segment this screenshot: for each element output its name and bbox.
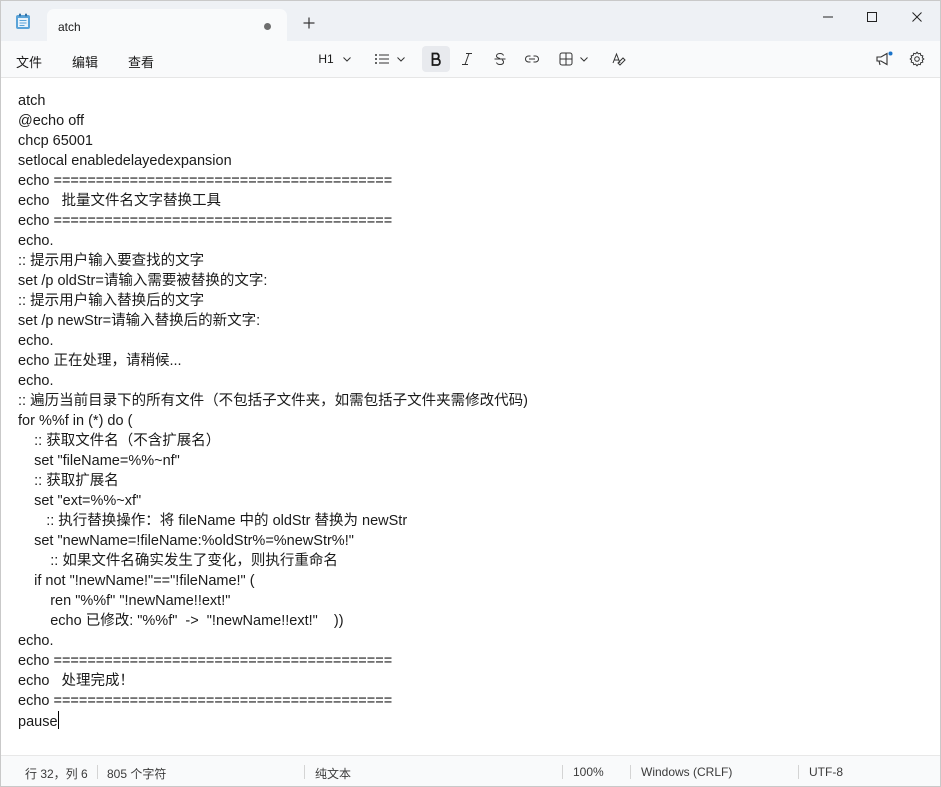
plus-icon[interactable]	[301, 15, 317, 31]
menu-file[interactable]: 文件	[16, 52, 42, 71]
text-line[interactable]: set "newName=!fileName:%oldStr%=%newStr%…	[18, 531, 528, 551]
text-line[interactable]: :: 如果文件名确实发生了变化，则执行重命名	[18, 551, 528, 571]
minimize-icon	[823, 16, 833, 18]
status-divider	[304, 765, 305, 779]
text-line[interactable]: echo 正在处理，请稍候...	[18, 351, 528, 371]
encoding[interactable]: UTF-8	[809, 765, 843, 779]
text-line[interactable]: :: 提示用户输入替换后的文字	[18, 291, 528, 311]
text-line[interactable]: echo.	[18, 231, 528, 251]
close-icon	[912, 12, 922, 22]
list-dropdown[interactable]	[369, 49, 411, 69]
text-line[interactable]: echo 处理完成！	[18, 671, 528, 691]
text-line[interactable]: ren "%%f" "!newName!!ext!"	[18, 591, 528, 611]
italic-icon	[462, 53, 472, 65]
text-line[interactable]: echo 已修改: "%%f" -> "!newName!!ext!" ))	[18, 611, 528, 631]
text-line[interactable]: echo ===================================…	[18, 171, 528, 191]
text-line[interactable]: echo.	[18, 331, 528, 351]
table-icon	[559, 52, 573, 66]
settings-button[interactable]	[905, 48, 929, 70]
text-line[interactable]: :: 执行替换操作：将 fileName 中的 oldStr 替换为 newSt…	[18, 511, 528, 531]
list-icon	[375, 54, 389, 64]
text-line[interactable]: :: 获取文件名（不含扩展名）	[18, 431, 528, 451]
text-line[interactable]: set /p newStr=请输入替换后的新文字:	[18, 311, 528, 331]
menu-edit[interactable]: 编辑	[72, 52, 98, 71]
gear-icon	[909, 51, 925, 67]
minimize-button[interactable]	[813, 5, 843, 29]
text-line[interactable]: for %%f in (*) do (	[18, 411, 528, 431]
clear-format-button[interactable]	[607, 48, 631, 70]
toolbar: 文件 编辑 查看 H1	[1, 41, 940, 78]
chevron-down-icon	[397, 57, 405, 62]
bold-icon	[431, 52, 441, 66]
text-editor[interactable]: atch @echo off chcp 65001 setlocal enablede…	[1, 78, 940, 755]
text-line[interactable]: setlocal enabledelayedexpansion	[18, 151, 528, 171]
text-line[interactable]: set "fileName=%%~nf"	[18, 451, 528, 471]
link-icon	[525, 55, 539, 63]
text-line[interactable]: set /p oldStr=请输入需要被替换的文字:	[18, 271, 528, 291]
unsaved-indicator-icon[interactable]	[264, 23, 271, 30]
document-tab[interactable]: atch	[47, 9, 287, 41]
status-bar: 行 32，列 6 805 个字符 纯文本 100% Windows (CRLF)…	[1, 755, 940, 786]
text-line[interactable]: echo.	[18, 631, 528, 651]
close-button[interactable]	[902, 5, 932, 29]
chevron-down-icon	[342, 57, 351, 62]
copilot-icon	[876, 51, 893, 66]
line-ending[interactable]: Windows (CRLF)	[641, 765, 732, 779]
strikethrough-icon	[494, 52, 506, 66]
text-line[interactable]: echo 批量文件名文字替换工具	[18, 191, 528, 211]
format-indicator[interactable]: 纯文本	[315, 765, 351, 782]
maximize-icon	[867, 12, 877, 22]
chevron-down-icon	[580, 57, 588, 62]
copilot-button[interactable]	[871, 48, 897, 70]
maximize-button[interactable]	[857, 5, 887, 29]
heading-label: H1	[318, 52, 334, 66]
strikethrough-button[interactable]	[488, 48, 512, 70]
character-count: 805 个字符	[107, 767, 167, 781]
heading-dropdown[interactable]: H1	[311, 49, 359, 69]
editor-content[interactable]: atch @echo off chcp 65001 setlocal enablede…	[18, 91, 528, 731]
table-dropdown[interactable]	[554, 49, 594, 69]
notepad-app-icon	[16, 13, 30, 29]
text-line[interactable]: echo ===================================…	[18, 691, 528, 711]
menu-view[interactable]: 查看	[128, 52, 154, 71]
text-line[interactable]: set "ext=%%~xf"	[18, 491, 528, 511]
zoom-level[interactable]: 100%	[573, 765, 604, 779]
text-line[interactable]: :: 提示用户输入要查找的文字	[18, 251, 528, 271]
link-button[interactable]	[520, 48, 544, 70]
clear-format-icon	[612, 52, 626, 66]
text-line[interactable]: echo ===================================…	[18, 211, 528, 231]
bold-button[interactable]	[422, 46, 450, 72]
text-line[interactable]: :: 遍历当前目录下的所有文件（不包括子文件夹，如需包括子文件夹需修改代码)	[18, 391, 528, 411]
text-line[interactable]: echo.	[18, 371, 528, 391]
text-line[interactable]: chcp 65001	[18, 131, 528, 151]
notepad-window: atch 文件 编辑 查看 H1 atch @echo off chcp 650…	[0, 0, 941, 787]
status-divider	[630, 765, 631, 779]
status-divider	[798, 765, 799, 779]
text-line[interactable]: @echo off	[18, 111, 528, 131]
status-divider	[97, 765, 98, 779]
title-bar[interactable]: atch	[1, 1, 940, 41]
text-line[interactable]: atch	[18, 91, 528, 111]
cursor-position[interactable]: 行 32，列 6	[25, 765, 88, 782]
text-line[interactable]: :: 获取扩展名	[18, 471, 528, 491]
text-caret	[57, 711, 59, 729]
text-line[interactable]: echo ===================================…	[18, 651, 528, 671]
italic-button[interactable]	[455, 48, 479, 70]
tab-title: atch	[58, 20, 81, 34]
text-line[interactable]: if not "!newName!"=="!fileName!" (	[18, 571, 528, 591]
status-divider	[562, 765, 563, 779]
text-line[interactable]: pause	[18, 711, 528, 731]
